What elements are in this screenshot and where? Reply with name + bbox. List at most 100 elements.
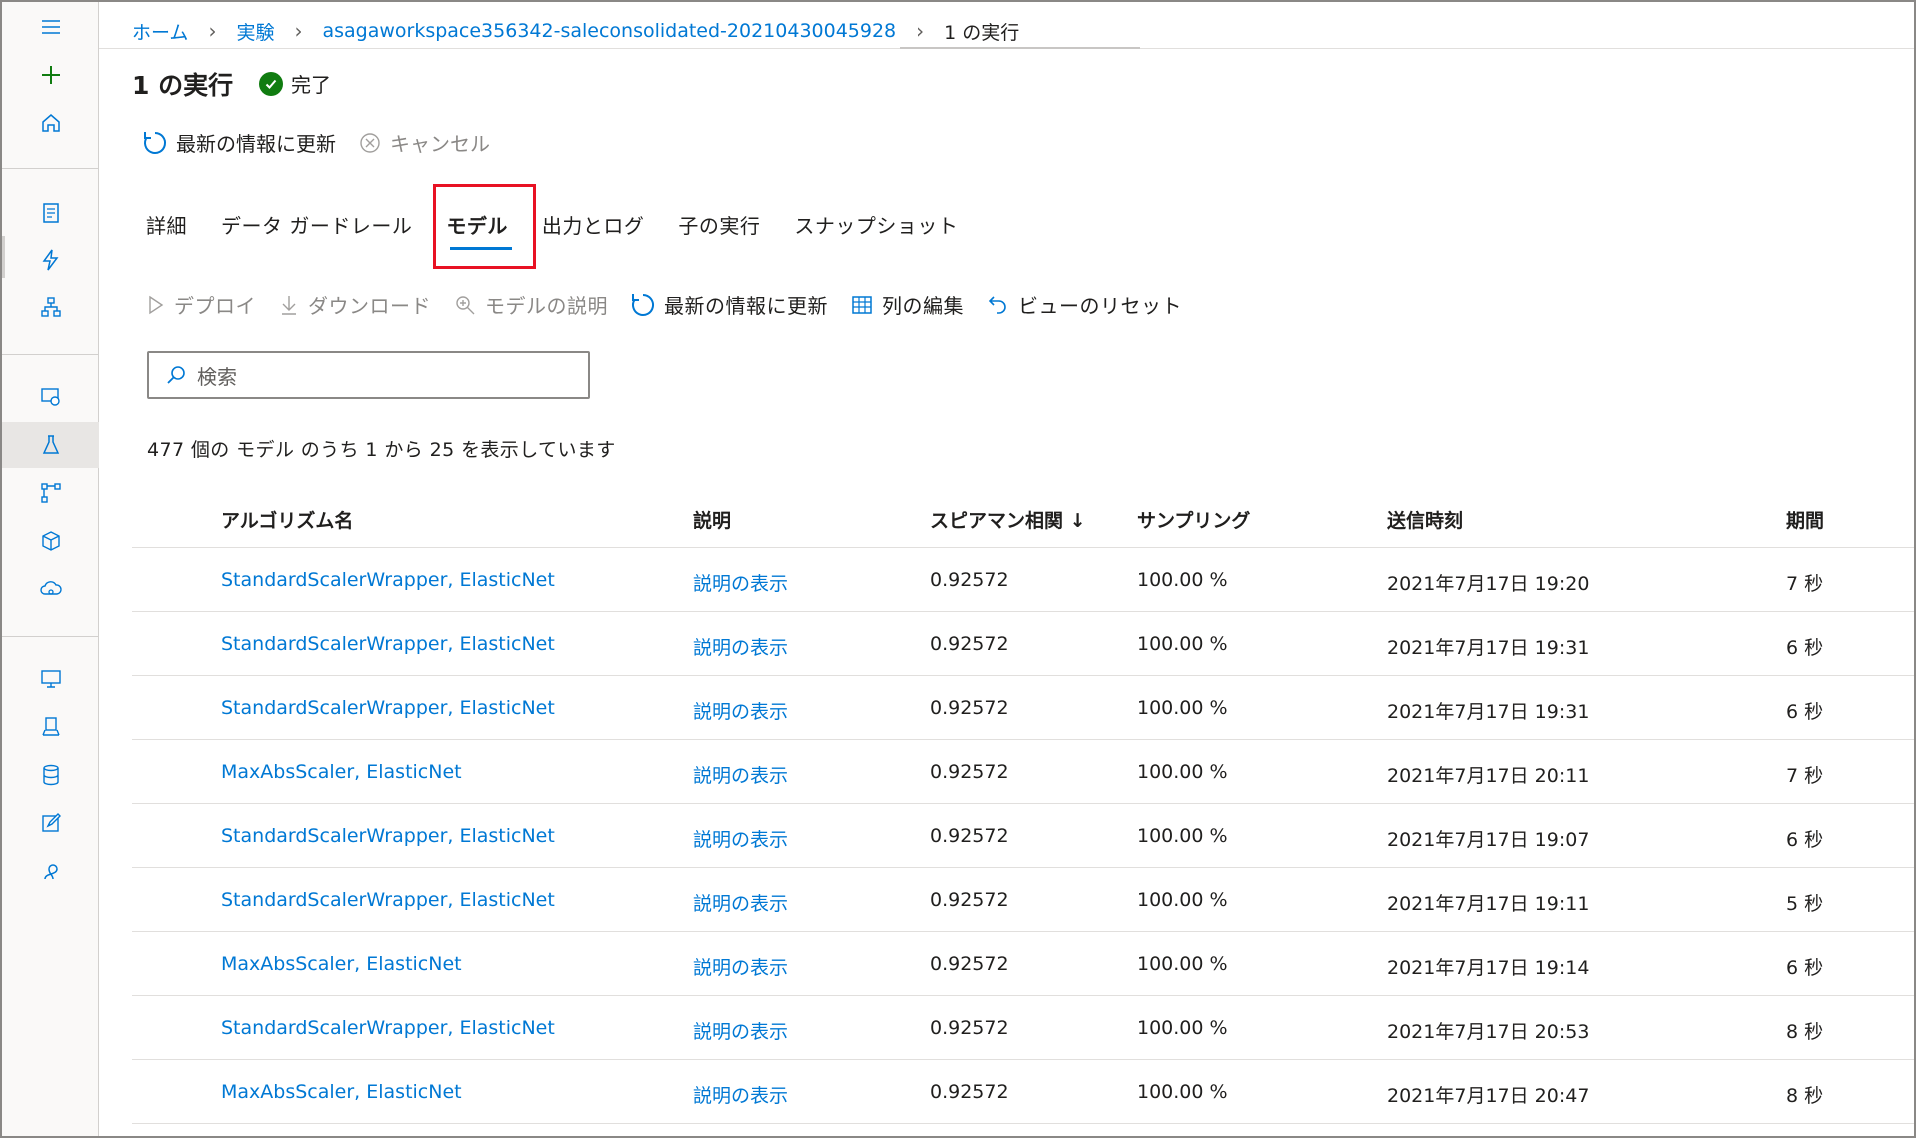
- table-row[interactable]: StandardScalerWrapper, ElasticNet 説明の表示 …: [132, 612, 1914, 676]
- breadcrumb: ホーム › 実験 › asagaworkspace356342-salecons…: [132, 12, 1019, 50]
- algorithm-link[interactable]: StandardScalerWrapper, ElasticNet: [221, 889, 555, 911]
- models-toolbar: デプロイ ダウンロード モデルの説明 最新の情報に更新 列の編集 ビューのリセッ…: [146, 290, 1204, 319]
- search-icon: [167, 366, 185, 384]
- submitted-time: 2021年7月17日 20:47: [1387, 1085, 1590, 1107]
- table-row[interactable]: MaxAbsScaler, ElasticNet 説明の表示 0.92572 1…: [132, 740, 1914, 804]
- sampling-value: 100.00 %: [1137, 697, 1228, 719]
- add-icon[interactable]: [2, 52, 99, 98]
- edit-columns-button[interactable]: 列の編集: [850, 290, 964, 319]
- algorithm-link[interactable]: StandardScalerWrapper, ElasticNet: [221, 569, 555, 591]
- duration-value: 7 秒: [1786, 573, 1824, 595]
- view-explanation-link[interactable]: 説明の表示: [693, 1081, 788, 1108]
- compute-icon[interactable]: [2, 656, 99, 702]
- submitted-time: 2021年7月17日 19:11: [1387, 893, 1590, 915]
- column-header-explanation[interactable]: 説明: [693, 506, 731, 533]
- algorithm-link[interactable]: MaxAbsScaler, ElasticNet: [221, 761, 462, 783]
- view-explanation-link[interactable]: 説明の表示: [693, 889, 788, 916]
- chevron-right-icon: ›: [294, 19, 303, 43]
- play-icon: [149, 295, 164, 314]
- tab-snapshot[interactable]: スナップショット: [794, 210, 958, 239]
- table-row[interactable]: StandardScalerWrapper, ElasticNet 説明の表示 …: [132, 804, 1914, 868]
- table-header: アルゴリズム名 説明 スピアマン相関 ↓ サンプリング 送信時刻 期間: [132, 490, 1914, 548]
- column-header-sampling[interactable]: サンプリング: [1137, 506, 1250, 533]
- algorithm-link[interactable]: StandardScalerWrapper, ElasticNet: [221, 697, 555, 719]
- experiments-icon[interactable]: [2, 422, 99, 468]
- notebook-icon[interactable]: [2, 190, 99, 236]
- submitted-time: 2021年7月17日 19:31: [1387, 701, 1590, 723]
- tab-child-runs[interactable]: 子の実行: [678, 210, 760, 239]
- reset-view-button[interactable]: ビューのリセット: [986, 290, 1182, 319]
- table-row[interactable]: MaxAbsScaler, ElasticNet 説明の表示 0.92572 1…: [132, 932, 1914, 996]
- column-header-duration[interactable]: 期間: [1786, 506, 1824, 533]
- algorithm-link[interactable]: MaxAbsScaler, ElasticNet: [221, 1081, 462, 1103]
- page-title: 1 の実行: [132, 71, 234, 100]
- linked-services-icon[interactable]: [2, 848, 99, 894]
- algorithm-link[interactable]: StandardScalerWrapper, ElasticNet: [221, 633, 555, 655]
- datastores-icon[interactable]: [2, 752, 99, 798]
- view-explanation-link[interactable]: 説明の表示: [693, 1017, 788, 1044]
- view-explanation-link[interactable]: 説明の表示: [693, 633, 788, 660]
- spearman-value: 0.92572: [930, 1081, 1009, 1103]
- designer-icon[interactable]: [2, 284, 99, 330]
- tab-data-guardrails[interactable]: データ ガードレール: [221, 210, 412, 239]
- duration-value: 5 秒: [1786, 893, 1824, 915]
- sampling-value: 100.00 %: [1137, 761, 1228, 783]
- view-explanation-link[interactable]: 説明の表示: [693, 825, 788, 852]
- cancel-icon: [360, 132, 380, 153]
- environments-icon[interactable]: [2, 704, 99, 750]
- tab-outputs-logs[interactable]: 出力とログ: [542, 210, 645, 239]
- duration-value: 6 秒: [1786, 637, 1824, 659]
- endpoints-icon[interactable]: [2, 566, 99, 612]
- spearman-value: 0.92572: [930, 697, 1009, 719]
- table-row[interactable]: StandardScalerWrapper, ElasticNet 説明の表示 …: [132, 868, 1914, 932]
- spearman-value: 0.92572: [930, 761, 1009, 783]
- duration-value: 6 秒: [1786, 829, 1824, 851]
- column-header-submitted[interactable]: 送信時刻: [1387, 506, 1463, 533]
- breadcrumb-experiment-name[interactable]: asagaworkspace356342-saleconsolidated-20…: [322, 20, 896, 42]
- breadcrumb-current-underline: [900, 47, 1140, 49]
- results-summary: 477 個の モデル のうち 1 から 25 を表示しています: [147, 439, 616, 461]
- view-explanation-link[interactable]: 説明の表示: [693, 761, 788, 788]
- table-row[interactable]: StandardScalerWrapper, ElasticNet 説明の表示 …: [132, 548, 1914, 612]
- tab-details[interactable]: 詳細: [146, 210, 187, 239]
- column-header-spearman[interactable]: スピアマン相関 ↓: [930, 506, 1086, 533]
- menu-icon[interactable]: [2, 4, 99, 50]
- download-button[interactable]: ダウンロード: [278, 290, 431, 319]
- models-icon[interactable]: [2, 518, 99, 564]
- deploy-button[interactable]: デプロイ: [146, 290, 256, 319]
- view-explanation-link[interactable]: 説明の表示: [693, 569, 788, 596]
- cancel-run-button[interactable]: キャンセル: [358, 128, 490, 157]
- view-explanation-link[interactable]: 説明の表示: [693, 697, 788, 724]
- table-row[interactable]: StandardScalerWrapper, ElasticNet 説明の表示 …: [132, 996, 1914, 1060]
- refresh-models-button[interactable]: 最新の情報に更新: [630, 290, 828, 319]
- status-text: 完了: [291, 73, 331, 97]
- labeling-icon[interactable]: [2, 800, 99, 846]
- refresh-run-button[interactable]: 最新の情報に更新: [142, 128, 336, 157]
- algorithm-link[interactable]: StandardScalerWrapper, ElasticNet: [221, 825, 555, 847]
- run-status: 完了: [259, 69, 331, 98]
- table-row[interactable]: StandardScalerWrapper, ElasticNet 説明の表示 …: [132, 676, 1914, 740]
- spearman-value: 0.92572: [930, 633, 1009, 655]
- chevron-right-icon: ›: [916, 19, 925, 43]
- refresh-icon: [632, 293, 655, 316]
- models-table: アルゴリズム名 説明 スピアマン相関 ↓ サンプリング 送信時刻 期間 Stan…: [132, 490, 1914, 1124]
- datasets-icon[interactable]: [2, 374, 99, 420]
- table-row[interactable]: MaxAbsScaler, ElasticNet 説明の表示 0.92572 1…: [132, 1060, 1914, 1124]
- refresh-icon: [144, 131, 167, 154]
- algorithm-link[interactable]: MaxAbsScaler, ElasticNet: [221, 953, 462, 975]
- search-input[interactable]: 検索: [147, 351, 590, 399]
- column-header-algorithm[interactable]: アルゴリズム名: [221, 506, 353, 533]
- view-explanation-link[interactable]: 説明の表示: [693, 953, 788, 980]
- breadcrumb-current: 1 の実行: [944, 21, 1020, 44]
- download-icon: [282, 295, 296, 315]
- algorithm-link[interactable]: StandardScalerWrapper, ElasticNet: [221, 1017, 555, 1039]
- run-tabs: 詳細 データ ガードレール モデル 出力とログ 子の実行 スナップショット: [146, 204, 992, 244]
- breadcrumb-home[interactable]: ホーム: [132, 18, 188, 45]
- breadcrumb-experiments[interactable]: 実験: [236, 18, 274, 45]
- automl-icon[interactable]: [2, 237, 99, 283]
- home-icon[interactable]: [2, 100, 99, 146]
- submitted-time: 2021年7月17日 19:20: [1387, 573, 1590, 595]
- explain-model-button[interactable]: モデルの説明: [453, 290, 608, 319]
- duration-value: 8 秒: [1786, 1085, 1824, 1107]
- pipelines-icon[interactable]: [2, 470, 99, 516]
